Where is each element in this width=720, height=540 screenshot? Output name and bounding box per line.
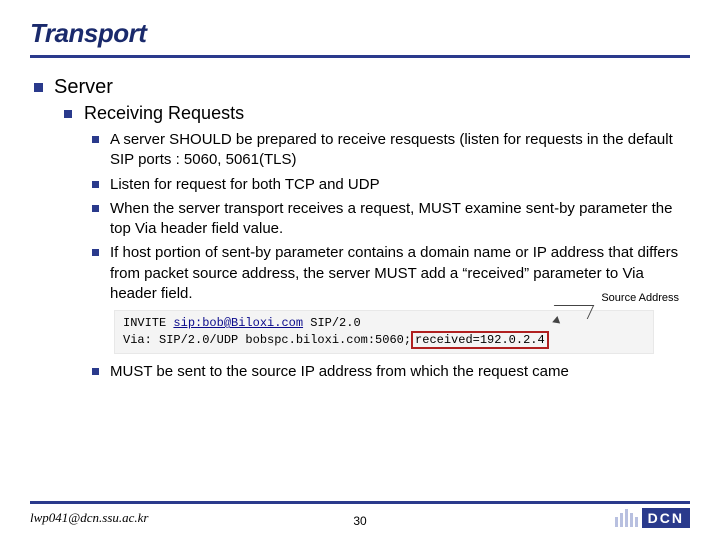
bullet-l2-receiving: Receiving Requests A server SHOULD be pr…	[62, 103, 690, 382]
sip-uri-link[interactable]: sip:bob@Biloxi.com	[173, 316, 303, 330]
content-area: Server Receiving Requests A server SHOUL…	[30, 58, 690, 382]
code-l1-pre: INVITE	[123, 316, 173, 330]
footer-rule	[30, 501, 690, 504]
bullet-l2-text: Receiving Requests	[84, 103, 244, 123]
bullet-l3-1: Listen for request for both TCP and UDP	[92, 175, 690, 195]
code-line-2: Via: SIP/2.0/UDP bobspc.biloxi.com:5060;…	[123, 332, 645, 349]
slide: Transport Server Receiving Requests A se…	[0, 0, 720, 540]
bullet-l3-last: MUST be sent to the source IP address fr…	[92, 362, 690, 382]
footer-email: lwp041@dcn.ssu.ac.kr	[30, 510, 148, 526]
code-l2-pre: Via: SIP/2.0/UDP bobspc.biloxi.com:5060;	[123, 333, 411, 347]
code-l1-post: SIP/2.0	[303, 316, 361, 330]
page-number: 30	[353, 514, 366, 528]
bullet-l1-server: Server Receiving Requests A server SHOUL…	[30, 76, 690, 382]
footer-row: lwp041@dcn.ssu.ac.kr 30 DCN	[30, 508, 690, 528]
footer: lwp041@dcn.ssu.ac.kr 30 DCN	[30, 501, 690, 528]
bullet-l1-text: Server	[54, 76, 113, 98]
bullet-l3-0: A server SHOULD be prepared to receive r…	[92, 130, 690, 171]
slide-title: Transport	[30, 18, 690, 49]
received-param-box: received=192.0.2.4	[411, 331, 549, 349]
dcn-logo-text: DCN	[642, 508, 690, 528]
bullet-l3-3: If host portion of sent-by parameter con…	[92, 243, 690, 304]
dcn-bars-icon	[615, 509, 638, 527]
bullet-l3-2: When the server transport receives a req…	[92, 199, 690, 240]
dcn-logo: DCN	[615, 508, 690, 528]
sip-code-block: Source Address INVITE sip:bob@Biloxi.com…	[114, 310, 654, 354]
source-address-label: Source Address	[601, 291, 679, 306]
